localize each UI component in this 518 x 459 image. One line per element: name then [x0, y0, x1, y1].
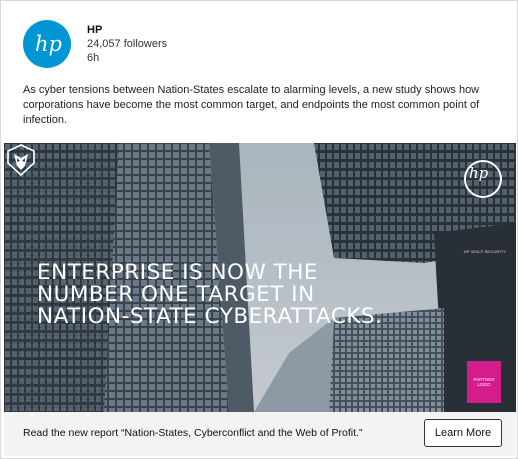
ad-description[interactable]: Read the new report “Nation-States, Cybe…: [23, 427, 362, 439]
follower-count: 24,057 followers: [87, 38, 168, 50]
hp-logo-icon: hp: [35, 32, 62, 56]
partner-logo: PARTNER LOGO: [467, 361, 501, 403]
post-body: As cyber tensions between Nation-States …: [23, 84, 480, 126]
ad-footer: Read the new report “Nation-States, Cybe…: [4, 412, 516, 456]
security-caption: HP WOLF SECURITY: [463, 249, 507, 254]
sponsored-post-card: hp HP 24,057 followers 6h As cyber tensi…: [0, 0, 518, 459]
hp-brand-mark: hp: [464, 160, 502, 198]
svg-text:hp: hp: [469, 164, 489, 182]
company-name[interactable]: HP: [87, 23, 287, 37]
post-age: 6h: [87, 52, 100, 64]
wolf-security-icon: [7, 144, 35, 177]
learn-more-button[interactable]: Learn More: [424, 419, 502, 447]
post-meta: HP 24,057 followers 6h: [87, 23, 287, 65]
ad-headline: ENTERPRISE IS NOW THE NUMBER ONE TARGET …: [37, 260, 383, 329]
svg-text:hp: hp: [35, 32, 62, 56]
ad-creative[interactable]: ENTERPRISE IS NOW THE NUMBER ONE TARGET …: [4, 143, 516, 412]
company-logo[interactable]: hp: [23, 20, 71, 68]
hp-brand-icon: hp: [469, 164, 489, 182]
partner-logo-line2: LOGO: [477, 382, 491, 387]
